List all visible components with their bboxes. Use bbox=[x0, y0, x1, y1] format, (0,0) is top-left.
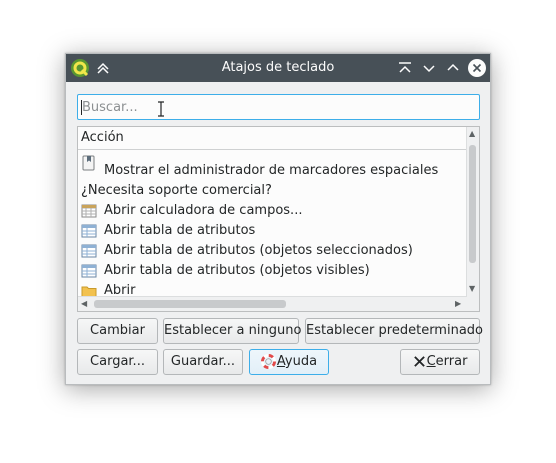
list-item[interactable]: Abrir tabla de atributos (objetos selecc… bbox=[78, 241, 467, 261]
scroll-up-icon[interactable]: ▲ bbox=[469, 130, 475, 138]
scroll-down-icon[interactable]: ▼ bbox=[469, 285, 475, 293]
search-box[interactable] bbox=[77, 94, 480, 120]
attribute-table-icon bbox=[81, 264, 97, 278]
list-rows: Mostrar el administrador de marcadores e… bbox=[78, 155, 467, 301]
vertical-scrollbar[interactable]: ▲ ▼ bbox=[466, 127, 479, 297]
ibeam-cursor-icon bbox=[158, 101, 164, 117]
bookmark-manager-icon bbox=[82, 155, 95, 171]
minimize-icon[interactable] bbox=[419, 58, 439, 78]
list-item[interactable]: Abrir calculadora de campos... bbox=[78, 201, 467, 221]
maximize-icon[interactable] bbox=[443, 58, 463, 78]
save-button[interactable]: Guardar... bbox=[163, 349, 243, 375]
search-input[interactable] bbox=[78, 95, 479, 119]
list-item[interactable]: Mostrar el administrador de marcadores e… bbox=[78, 153, 467, 181]
text-caret bbox=[81, 100, 82, 115]
list-item[interactable]: Abrir tabla de atributos bbox=[78, 221, 467, 241]
shortcuts-list[interactable]: Acción Mostrar el administrador de marca… bbox=[77, 126, 480, 312]
vertical-scroll-thumb[interactable] bbox=[469, 145, 476, 263]
shortcuts-dialog: Atajos de teclado Acción bbox=[65, 53, 491, 385]
close-x-icon bbox=[413, 356, 425, 367]
horizontal-scroll-thumb[interactable] bbox=[94, 300, 286, 308]
close-button[interactable]: Cerrar bbox=[400, 349, 480, 375]
scroll-right-icon[interactable]: ▶ bbox=[455, 300, 461, 308]
list-item[interactable]: ¿Necesita soporte comercial? bbox=[78, 181, 467, 201]
set-none-button[interactable]: Establecer a ninguno bbox=[163, 318, 301, 344]
shade-icon[interactable] bbox=[395, 58, 415, 78]
attribute-table-icon bbox=[81, 224, 97, 238]
scroll-left-icon[interactable]: ◀ bbox=[81, 300, 87, 308]
title-bar[interactable]: Atajos de teclado bbox=[66, 54, 490, 82]
help-lifebuoy-icon bbox=[260, 354, 276, 369]
horizontal-scrollbar[interactable]: ◀ ▶ bbox=[78, 296, 467, 311]
field-calculator-icon bbox=[81, 204, 97, 218]
close-icon[interactable] bbox=[467, 58, 487, 78]
list-item[interactable]: Abrir tabla de atributos (objetos visibl… bbox=[78, 261, 467, 281]
scroll-corner bbox=[467, 297, 479, 311]
attribute-table-icon bbox=[81, 244, 97, 258]
set-default-button[interactable]: Establecer predeterminado bbox=[305, 318, 483, 344]
change-button[interactable]: Cambiar bbox=[77, 318, 158, 344]
help-button[interactable]: Ayuda bbox=[249, 349, 329, 375]
column-header-action[interactable]: Acción bbox=[78, 127, 467, 150]
load-button[interactable]: Cargar... bbox=[77, 349, 158, 375]
